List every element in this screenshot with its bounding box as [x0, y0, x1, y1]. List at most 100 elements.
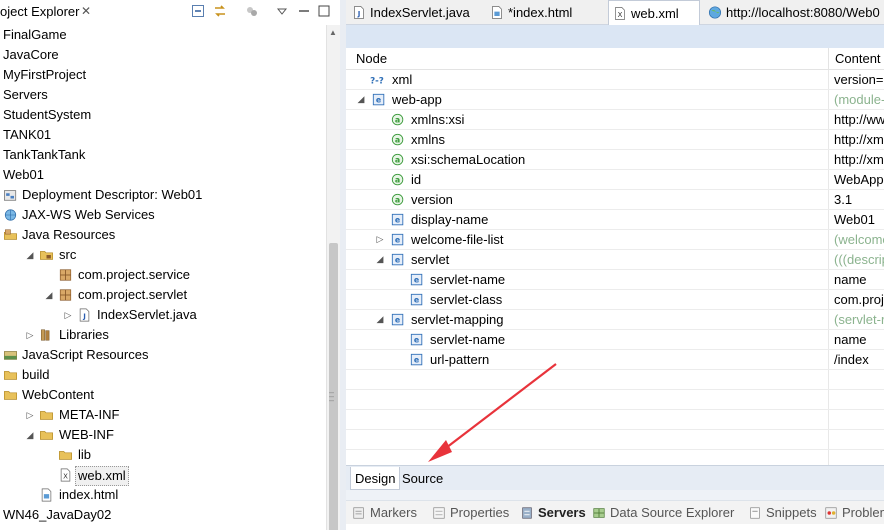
content-value[interactable]: /index [834, 350, 884, 369]
scroll-up-arrow-icon[interactable]: ▲ [329, 28, 337, 37]
tree-item[interactable]: ◢ com.project.servlet [0, 285, 326, 305]
node-name: servlet [411, 252, 450, 267]
tree-item[interactable]: FinalGame [0, 25, 326, 45]
node-name: version [411, 192, 453, 207]
element-icon: e [391, 233, 404, 246]
content-value[interactable]: (module- [834, 90, 884, 109]
view-tab-properties[interactable]: Properties [432, 501, 509, 525]
collapsed-arrow-icon[interactable]: ▷ [25, 405, 35, 425]
empty-row [346, 370, 884, 390]
content-value[interactable]: http://xm [834, 150, 884, 169]
tab-design[interactable]: Design [350, 467, 401, 490]
tree-item[interactable]: ▷ Libraries [0, 325, 326, 345]
link-with-editor-icon[interactable] [212, 3, 228, 19]
tab-source[interactable]: Source [398, 467, 447, 490]
expanded-arrow-icon[interactable]: ◢ [375, 310, 385, 329]
table-row[interactable]: ◢ e servlet (((descrip [346, 250, 884, 270]
table-row[interactable]: e display-name Web01 [346, 210, 884, 230]
properties-icon [433, 507, 445, 519]
view-tab-snippets[interactable]: Snippets [748, 501, 817, 525]
tree-item[interactable]: Java Resources [0, 225, 326, 245]
editor-tab[interactable]: Xweb.xml [608, 0, 700, 26]
table-row[interactable]: a xmlns:xsi http://ww [346, 110, 884, 130]
node-name: servlet-name [430, 272, 506, 287]
table-row[interactable]: a id WebApp [346, 170, 884, 190]
expanded-arrow-icon[interactable]: ◢ [25, 245, 35, 265]
view-tab-markers[interactable]: Markers [352, 501, 417, 525]
content-value[interactable]: version= [834, 70, 884, 89]
minimize-icon[interactable] [296, 3, 312, 19]
tree-item[interactable]: JAX-WS Web Services [0, 205, 326, 225]
content-value[interactable]: 3.1 [834, 190, 884, 209]
content-value[interactable]: name [834, 270, 884, 289]
table-row[interactable]: ?-? xml version= [346, 70, 884, 90]
tree-item[interactable]: TANK01 [0, 125, 326, 145]
content-column-header[interactable]: Content [828, 48, 881, 70]
tree-item[interactable]: JavaScript Resources [0, 345, 326, 365]
expanded-arrow-icon[interactable]: ◢ [25, 425, 35, 445]
view-menu-icon[interactable] [274, 3, 290, 19]
table-row[interactable]: a xsi:schemaLocation http://xm [346, 150, 884, 170]
maximize-icon[interactable] [316, 3, 332, 19]
editor-tab-bar: J IndexServlet.java *index.html Xweb.xml htt… [346, 0, 884, 26]
explorer-scrollbar[interactable]: ▲ ‒ ‒ ‒ [326, 25, 340, 530]
tree-item[interactable]: WN46_JavaDay02 [0, 505, 326, 525]
content-value[interactable]: WebApp [834, 170, 884, 189]
element-icon: e [410, 273, 423, 286]
filters-icon[interactable] [244, 3, 260, 19]
editor-tab[interactable]: J IndexServlet.java [348, 0, 484, 25]
package-icon [59, 269, 72, 281]
tree-item[interactable]: Web01 [0, 165, 326, 185]
table-row[interactable]: ◢ e web-app (module- [346, 90, 884, 110]
table-row[interactable]: ◢ e servlet-mapping (servlet-r [346, 310, 884, 330]
tree-item[interactable]: MyFirstProject [0, 65, 326, 85]
tree-item[interactable]: TankTankTank [0, 145, 326, 165]
table-row[interactable]: e servlet-name name [346, 330, 884, 350]
content-value[interactable]: (welcome [834, 230, 884, 249]
content-value[interactable]: com.proj [834, 290, 884, 309]
view-tab-data-source-explorer[interactable]: Data Source Explorer [592, 501, 734, 525]
tree-item[interactable]: JavaCore [0, 45, 326, 65]
view-tab-servers[interactable]: Servers [520, 501, 586, 525]
table-row[interactable]: e url-pattern/index [346, 350, 884, 370]
table-row[interactable]: e servlet-name name [346, 270, 884, 290]
expanded-arrow-icon[interactable]: ◢ [356, 90, 366, 109]
content-value[interactable]: http://ww [834, 110, 884, 129]
table-row[interactable]: ▷ e welcome-file-list (welcome [346, 230, 884, 250]
content-value[interactable]: http://xm [834, 130, 884, 149]
tree-item[interactable]: ▷ META-INF [0, 405, 326, 425]
close-icon[interactable]: ✕ [81, 4, 91, 18]
collapse-all-icon[interactable] [190, 3, 206, 19]
content-value[interactable]: (((descrip [834, 250, 884, 269]
tree-item[interactable]: Deployment Descriptor: Web01 [0, 185, 326, 205]
content-value[interactable]: (servlet-r [834, 310, 884, 329]
collapsed-arrow-icon[interactable]: ▷ [375, 230, 385, 249]
editor-tab[interactable]: http://localhost:8080/Web0 [704, 0, 884, 25]
expanded-arrow-icon[interactable]: ◢ [44, 285, 54, 305]
content-value[interactable]: Web01 [834, 210, 884, 229]
folder-icon [4, 391, 17, 400]
tree-item[interactable]: com.project.service [0, 265, 326, 285]
node-column-header[interactable]: Node [346, 48, 387, 70]
project-explorer-tab[interactable]: oject Explorer ✕ [0, 0, 340, 25]
collapsed-arrow-icon[interactable]: ▷ [63, 305, 73, 325]
tree-item[interactable]: ◢ src [0, 245, 326, 265]
table-row[interactable]: a xmlns http://xm [346, 130, 884, 150]
tree-item[interactable]: Xweb.xml [0, 465, 326, 486]
tree-item[interactable]: StudentSystem [0, 105, 326, 125]
table-row[interactable]: a version 3.1 [346, 190, 884, 210]
tree-item[interactable]: ◢ WEB-INF [0, 425, 326, 445]
tree-item[interactable]: ▷ J IndexServlet.java [0, 305, 326, 325]
table-row[interactable]: e servlet-class com.proj [346, 290, 884, 310]
tree-item[interactable]: Servers [0, 85, 326, 105]
expanded-arrow-icon[interactable]: ◢ [375, 250, 385, 269]
view-tab-problem[interactable]: Problem [824, 501, 884, 525]
tree-item[interactable]: build [0, 365, 326, 385]
tree-item[interactable]: WebContent [0, 385, 326, 405]
content-value[interactable]: name [834, 330, 884, 349]
editor-tab[interactable]: *index.html [486, 0, 604, 25]
attribute-icon: a [391, 193, 404, 206]
tree-item[interactable]: lib [0, 445, 326, 465]
tree-item[interactable]: index.html [0, 485, 326, 505]
collapsed-arrow-icon[interactable]: ▷ [25, 325, 35, 345]
